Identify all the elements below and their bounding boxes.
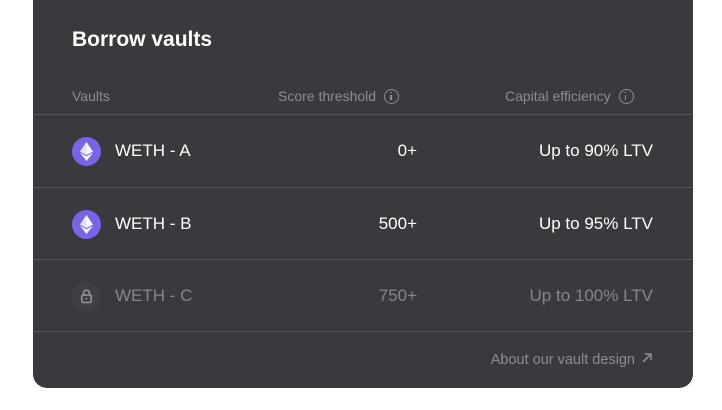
vault-name: WETH - C: [115, 286, 193, 305]
capital-efficiency-value: Up to 90% LTV: [538, 141, 653, 160]
divider: [33, 331, 693, 332]
about-vault-design-label: About our vault design: [490, 352, 635, 368]
about-vault-design-link[interactable]: About our vault design: [491, 352, 653, 368]
capital-efficiency-value: Up to 100% LTV: [529, 286, 653, 305]
info-icon[interactable]: [384, 88, 400, 104]
lock-icon: [72, 282, 101, 311]
table-header: Vaults Score threshold Capital efficienc…: [33, 84, 693, 114]
vault-name: WETH - A: [115, 141, 191, 160]
vault-row-weth-b[interactable]: WETH - B 500+ Up to 95% LTV: [33, 188, 693, 260]
capital-efficiency-value: Up to 95% LTV: [538, 214, 653, 233]
column-header-score-label: Score threshold: [278, 88, 377, 104]
column-header-capital-label: Capital efficiency: [505, 88, 611, 104]
score-threshold-value: 500+: [378, 214, 417, 233]
arrow-up-right-icon: [641, 352, 653, 368]
panel-title: Borrow vaults: [72, 28, 213, 51]
vault-name: WETH - B: [115, 214, 192, 233]
info-icon[interactable]: [618, 88, 634, 104]
ethereum-icon: [72, 137, 101, 166]
score-threshold-value: 750+: [378, 286, 417, 305]
column-header-score-threshold: Score threshold: [278, 88, 400, 104]
score-threshold-value: 0+: [397, 141, 417, 160]
column-header-vaults: Vaults: [72, 88, 110, 104]
ethereum-icon: [72, 210, 101, 239]
borrow-vaults-panel: Borrow vaults Vaults Score threshold Cap…: [33, 0, 693, 388]
vault-row-weth-c[interactable]: WETH - C 750+ Up to 100% LTV: [33, 260, 693, 332]
column-header-capital-efficiency: Capital efficiency: [505, 88, 634, 104]
vault-row-weth-a[interactable]: WETH - A 0+ Up to 90% LTV: [33, 115, 693, 187]
column-header-vaults-label: Vaults: [72, 88, 110, 104]
